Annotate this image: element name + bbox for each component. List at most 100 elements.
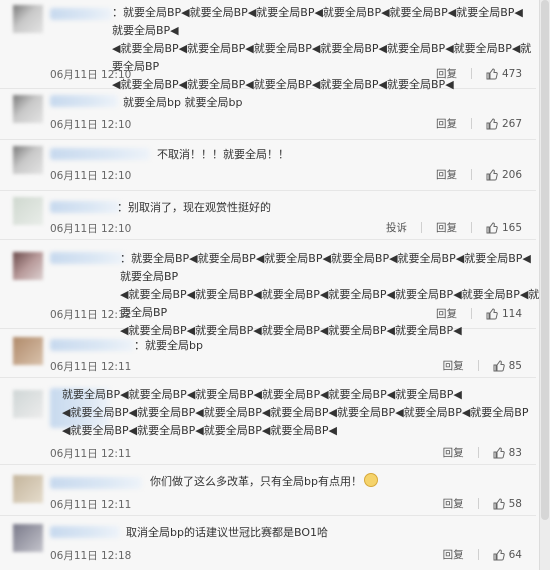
username[interactable] [50, 148, 150, 160]
thumbs-up-icon [486, 307, 498, 319]
divider [477, 447, 479, 458]
like-button[interactable]: 206 [486, 169, 522, 181]
reply-button[interactable]: 回复 [443, 358, 464, 373]
like-button[interactable]: 58 [493, 498, 522, 510]
avatar[interactable] [13, 252, 43, 280]
avatar[interactable] [13, 390, 43, 418]
comment-text: ：就要全局bp [134, 339, 203, 352]
like-count: 473 [501, 67, 522, 80]
comment-time: 06月11日 12:10 [50, 223, 132, 235]
thumbs-up-icon [493, 359, 505, 371]
divider [477, 360, 479, 371]
reply-button[interactable]: 回复 [436, 116, 457, 131]
comment-item: ：就要全局bp 06月11日 12:11 回复 85 [0, 329, 536, 378]
comment-time: 06月11日 12:10 [50, 69, 132, 81]
reply-button[interactable]: 回复 [436, 220, 457, 235]
like-count: 206 [501, 168, 522, 181]
like-count: 267 [501, 117, 522, 130]
username[interactable] [50, 252, 124, 264]
scrollbar[interactable] [539, 0, 550, 570]
thumbs-up-icon [486, 67, 498, 79]
avatar[interactable] [13, 524, 43, 552]
comment-text: ：就要全局BP◀就要全局BP◀就要全局BP◀就要全局BP◀就要全局BP◀就要全局… [120, 252, 540, 337]
reply-button[interactable]: 回复 [443, 547, 464, 562]
thumbs-up-icon [493, 497, 505, 509]
thumbs-up-icon [493, 446, 505, 458]
report-button[interactable]: 投诉 [386, 220, 407, 235]
comment-actions: 回复 85 [443, 358, 522, 373]
comment-text: 就要全局bp 就要全局bp [123, 96, 243, 109]
username[interactable] [50, 339, 134, 351]
scrollbar-thumb[interactable] [541, 0, 549, 520]
divider [470, 308, 472, 319]
reply-button[interactable]: 回复 [436, 167, 457, 182]
comment-item: ：就要全局BP◀就要全局BP◀就要全局BP◀就要全局BP◀就要全局BP◀就要全局… [0, 0, 536, 91]
reply-button[interactable]: 回复 [436, 66, 457, 81]
avatar[interactable] [13, 337, 43, 365]
comment-item: 不取消！！！就要全局！！ 06月11日 12:10 回复 206 [0, 140, 536, 191]
like-count: 114 [501, 307, 522, 320]
comment-text: 不取消！！！就要全局！！ [157, 148, 289, 161]
comment-list: ：就要全局BP◀就要全局BP◀就要全局BP◀就要全局BP◀就要全局BP◀就要全局… [0, 0, 550, 570]
comment-item: ：就要全局BP◀就要全局BP◀就要全局BP◀就要全局BP◀就要全局BP◀就要全局… [0, 240, 539, 337]
comment-time: 06月11日 12:18 [50, 550, 132, 562]
comment-text: ：别取消了，现在观赏性挺好的 [117, 201, 271, 214]
comment-actions: 回复 58 [443, 496, 522, 511]
comment-actions: 回复 83 [443, 445, 522, 460]
comment-time: 06月11日 12:10 [50, 119, 132, 131]
comment-item: ：别取消了，现在观赏性挺好的 06月11日 12:10 投诉 回复 165 [0, 191, 536, 240]
comment-time: 06月11日 12:11 [50, 448, 132, 460]
like-count: 64 [508, 548, 522, 561]
like-button[interactable]: 165 [486, 222, 522, 234]
divider [470, 169, 472, 180]
comment-text: 你们做了这么多改革，只有全局bp有点用！ [150, 473, 450, 491]
comment-actions: 回复 64 [443, 547, 522, 562]
comment-time: 06月11日 12:11 [50, 499, 132, 511]
divider [470, 118, 472, 129]
comment-actions: 回复 114 [436, 306, 522, 321]
username[interactable] [50, 8, 112, 20]
comment-time: 06月11日 12:10 [50, 170, 132, 182]
username[interactable] [50, 201, 120, 213]
like-button[interactable]: 83 [493, 447, 522, 459]
username[interactable] [50, 526, 120, 538]
like-button[interactable]: 64 [493, 549, 522, 561]
username[interactable] [50, 95, 118, 107]
comment-item: 取消全局bp的话建议世冠比赛都是BO1哈 06月11日 12:18 回复 64 [0, 516, 536, 570]
like-button[interactable]: 473 [486, 68, 522, 80]
divider [420, 222, 422, 233]
thumbs-up-icon [493, 548, 505, 560]
thumbs-up-icon [486, 168, 498, 180]
comment-item: 就要全局BP◀就要全局BP◀就要全局BP◀就要全局BP◀就要全局BP◀就要全局B… [0, 378, 536, 465]
thumbs-up-icon [486, 117, 498, 129]
divider [477, 498, 479, 509]
comment-text-content: 你们做了这么多改革，只有全局bp有点用！ [150, 475, 362, 488]
comment-time: 06月11日 12:12 [50, 309, 132, 321]
avatar[interactable] [13, 146, 43, 174]
comment-actions: 回复 206 [436, 167, 522, 182]
avatar[interactable] [13, 5, 43, 33]
comment-item: 就要全局bp 就要全局bp 06月11日 12:10 回复 267 [0, 89, 536, 140]
comment-actions: 回复 267 [436, 116, 522, 131]
divider [470, 222, 472, 233]
username[interactable] [50, 477, 142, 489]
reply-button[interactable]: 回复 [436, 306, 457, 321]
divider [470, 68, 472, 79]
avatar[interactable] [13, 95, 43, 123]
reply-button[interactable]: 回复 [443, 496, 464, 511]
reply-button[interactable]: 回复 [443, 445, 464, 460]
avatar[interactable] [13, 197, 43, 225]
thumbs-up-icon [486, 221, 498, 233]
comment-text: 取消全局bp的话建议世冠比赛都是BO1哈 [126, 526, 328, 539]
avatar[interactable] [13, 475, 43, 503]
like-count: 85 [508, 359, 522, 372]
comment-text: 就要全局BP◀就要全局BP◀就要全局BP◀就要全局BP◀就要全局BP◀就要全局B… [62, 388, 529, 437]
like-count: 165 [501, 221, 522, 234]
like-count: 83 [508, 446, 522, 459]
comment-time: 06月11日 12:11 [50, 361, 132, 373]
like-button[interactable]: 114 [486, 308, 522, 320]
like-button[interactable]: 267 [486, 118, 522, 130]
comment-actions: 投诉 回复 165 [386, 220, 522, 235]
like-button[interactable]: 85 [493, 360, 522, 372]
divider [477, 549, 479, 560]
